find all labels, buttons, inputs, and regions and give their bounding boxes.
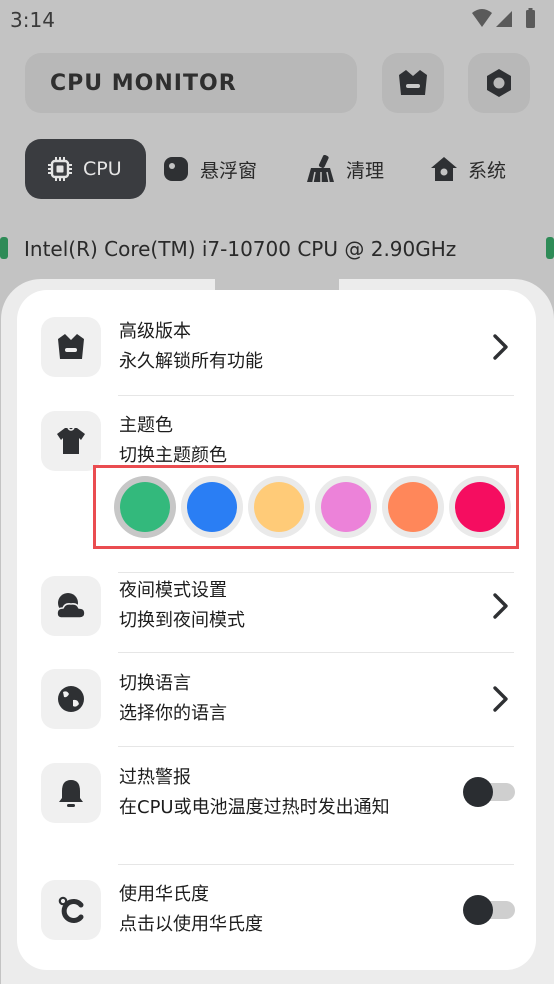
language-title: 切换语言	[119, 673, 191, 694]
settings-card: 高级版本 永久解锁所有功能 主题色 切换主题颜色 夜间模式设置 切换到夜间模式 …	[17, 290, 536, 970]
overheat-alert-toggle[interactable]	[463, 777, 515, 807]
tab-label: 清理	[346, 159, 385, 182]
fahrenheit-subtitle: 点击以使用华氏度	[119, 914, 263, 935]
tab-floating-window[interactable]: 悬浮窗	[162, 139, 257, 199]
cloud-moon-icon	[56, 593, 86, 619]
tab-clean[interactable]: 清理	[306, 139, 384, 199]
wifi-icon	[472, 9, 492, 27]
theme-title: 主题色	[119, 415, 173, 436]
night-icon-box	[41, 576, 101, 636]
app-title-bar: CPU MONITOR	[25, 53, 357, 113]
fahrenheit-icon-box	[41, 880, 101, 940]
status-time: 3:14	[10, 8, 55, 32]
tab-cpu[interactable]: CPU	[25, 139, 146, 199]
cpu-chip-icon	[47, 156, 73, 182]
fahrenheit-title: 使用华氏度	[119, 884, 209, 905]
shirt-icon	[57, 427, 85, 454]
chevron-right-icon	[493, 593, 508, 619]
status-bar: 3:14	[0, 0, 554, 40]
signal-icon	[496, 11, 512, 27]
language-subtitle: 选择你的语言	[119, 703, 227, 724]
chevron-right-icon	[493, 334, 508, 360]
crown-icon	[58, 334, 84, 359]
theme-color-swatch[interactable]	[382, 476, 444, 538]
theme-color-swatch[interactable]	[449, 476, 511, 538]
premium-row[interactable]: 高级版本 永久解锁所有功能	[41, 317, 515, 379]
settings-button[interactable]	[468, 53, 530, 113]
tab-system[interactable]: 系统	[430, 139, 506, 199]
premium-title: 高级版本	[119, 321, 191, 342]
theme-color-swatch[interactable]	[181, 476, 243, 538]
night-mode-row[interactable]: 夜间模式设置 切换到夜间模式	[41, 576, 515, 638]
cpu-model-name: Intel(R) Core(TM) i7-10700 CPU @ 2.90GHz	[24, 237, 457, 261]
divider	[118, 572, 514, 573]
language-icon-box	[41, 669, 101, 729]
gear-icon	[487, 69, 511, 97]
theme-icon-box	[41, 411, 101, 471]
tab-label: CPU	[83, 158, 122, 180]
settings-sheet: 高级版本 永久解锁所有功能 主题色 切换主题颜色 夜间模式设置 切换到夜间模式 …	[1, 279, 554, 984]
overheat-alert-title: 过热警报	[119, 767, 191, 788]
chevron-right-icon	[493, 686, 508, 712]
cpu-strip-indicator	[0, 237, 8, 259]
divider	[118, 746, 514, 747]
theme-color-swatch[interactable]	[248, 476, 310, 538]
divider	[118, 395, 514, 396]
divider	[118, 652, 514, 653]
cpu-info-strip: Intel(R) Core(TM) i7-10700 CPU @ 2.90GHz	[0, 233, 554, 267]
broom-icon	[306, 155, 336, 183]
cpu-strip-indicator	[546, 237, 554, 259]
crown-icon	[399, 70, 427, 95]
globe-icon	[58, 686, 84, 712]
fahrenheit-row[interactable]: 使用华氏度 点击以使用华氏度	[41, 880, 515, 942]
theme-color-swatch[interactable]	[315, 476, 377, 538]
overheat-icon-box	[41, 763, 101, 823]
premium-icon-box	[41, 317, 101, 377]
app-title: CPU MONITOR	[50, 71, 237, 96]
theme-color-picker	[93, 465, 519, 549]
temperature-unit-icon	[58, 896, 84, 923]
tab-label: 系统	[468, 159, 507, 182]
overheat-alert-row[interactable]: 过热警报 在CPU或电池温度过热时发出通知	[41, 763, 515, 853]
overheat-alert-subtitle: 在CPU或电池温度过热时发出通知	[119, 797, 390, 818]
theme-color-swatch[interactable]	[114, 476, 176, 538]
premium-button[interactable]	[382, 53, 444, 113]
premium-subtitle: 永久解锁所有功能	[119, 351, 263, 372]
theme-row: 主题色 切换主题颜色	[41, 411, 515, 473]
divider	[118, 864, 514, 865]
battery-icon	[526, 10, 535, 28]
bell-icon	[59, 780, 83, 807]
status-icons	[470, 8, 542, 34]
fahrenheit-toggle[interactable]	[463, 895, 515, 925]
tab-label: 悬浮窗	[200, 159, 258, 182]
home-icon	[430, 155, 458, 183]
floating-window-icon	[162, 155, 190, 183]
night-mode-title: 夜间模式设置	[119, 580, 227, 601]
language-row[interactable]: 切换语言 选择你的语言	[41, 669, 515, 731]
night-mode-subtitle: 切换到夜间模式	[119, 610, 245, 631]
